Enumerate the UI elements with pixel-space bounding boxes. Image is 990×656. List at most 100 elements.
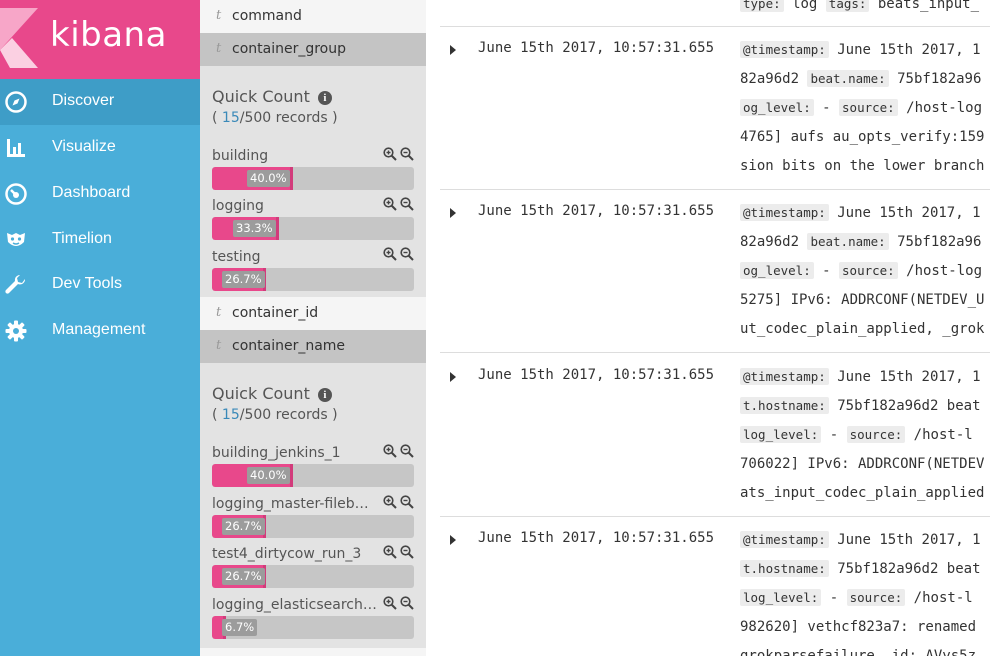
document-source: @timestamp: June 15th 2017, 1 82a96d2 be… [740,203,990,348]
value-name: logging_master-filebea... [212,496,377,512]
zoom-in-icon[interactable] [383,197,397,211]
string-type-icon: t [216,41,222,56]
source-line: 706022] IPv6: ADDRCONF(NETDEV [740,456,985,472]
field-value: June 15th 2017, 1 [828,205,981,221]
info-icon[interactable]: i [317,91,332,105]
source-line: 5275] IPv6: ADDRCONF(NETDEV_U [740,292,985,308]
expand-caret-icon[interactable] [450,372,456,382]
expand-caret-icon[interactable] [450,208,456,218]
field-value: 75bf182a96 [888,234,982,250]
document-time: June 15th 2017, 10:57:31.655 [478,40,715,56]
row-divider [440,516,990,517]
field-value: June 15th 2017, 1 [828,532,981,548]
records-total: /500 records ) [239,407,338,423]
dashboard-gauge-icon [5,183,27,205]
field-name: container_id [232,305,319,321]
source-line: grokparsefailure _id: AVys5z [740,648,977,656]
zoom-out-icon[interactable] [400,197,414,211]
field-list-sidebar: t command t container_group Quick Count … [200,0,426,656]
zoom-in-icon[interactable] [383,444,397,458]
shown-count: 15 [221,407,240,423]
source-line: og_level: - source: /host-log [740,261,990,290]
zoom-out-icon[interactable] [400,495,414,509]
field-name: container_group [232,41,346,57]
field-value: - [813,263,840,279]
value-percent: 26.7% [222,568,265,585]
document-time: June 15th 2017, 10:57:31.655 [478,367,715,383]
zoom-out-icon[interactable] [400,596,414,610]
source-line: @timestamp: June 15th 2017, 1 [740,40,990,69]
nav-item-management[interactable]: Management [0,308,200,354]
field-row-container-group[interactable]: t container_group [200,33,426,66]
field-key: beat.name: [807,70,889,87]
nav-item-timelion[interactable]: Timelion [0,217,200,263]
zoom-out-icon[interactable] [400,545,414,559]
nav-item-visualize[interactable]: Visualize [0,125,200,171]
field-key: @timestamp: [740,204,829,221]
nav-item-dev-tools[interactable]: Dev Tools [0,262,200,308]
field-row-container-id[interactable]: t container_id [200,297,426,330]
records-total: /500 records ) [239,110,338,126]
zoom-in-icon[interactable] [383,495,397,509]
field-key: @timestamp: [740,531,829,548]
value-name: building_jenkins_1 [212,445,341,461]
wrench-icon [5,274,26,294]
field-row-container-name[interactable]: t container_name [200,330,426,363]
open-paren: ( [212,110,218,126]
value-percent: 26.7% [222,271,265,288]
side-nav: kibana Discover Visualize Dashboard Time… [0,0,200,656]
value-bar: 26.7% [212,565,414,588]
nav-item-discover[interactable]: Discover [0,79,200,125]
zoom-out-icon[interactable] [400,444,414,458]
quick-count-label: Quick Count [212,87,310,106]
source-line: log_level: - source: /host-l [740,425,990,454]
quick-count-label: Quick Count [212,384,310,403]
field-key: log_level: [740,589,822,606]
field-value: log [783,0,826,12]
value-percent: 26.7% [222,518,265,535]
zoom-out-icon[interactable] [400,147,414,161]
field-key: og_level: [740,99,814,116]
field-value: /host-l [905,427,973,443]
nav-item-dashboard[interactable]: Dashboard [0,171,200,217]
source-line: log_level: - source: /host-l [740,588,990,617]
value-bar: 40.0% [212,464,414,487]
field-key: t.hostname: [740,560,829,577]
field-row-command[interactable]: t command [200,0,426,33]
field-key: @timestamp: [740,41,829,58]
value-name: testing [212,249,261,265]
open-paren: ( [212,407,218,423]
expand-caret-icon[interactable] [450,45,456,55]
zoom-in-icon[interactable] [383,147,397,161]
expand-caret-icon[interactable] [450,535,456,545]
kibana-logo[interactable]: kibana [0,0,200,79]
field-value: beats_input_ [869,0,980,12]
field-value: 82a96d2 [740,71,808,87]
source-line: og_level: - source: /host-log [740,98,990,127]
field-key: source: [839,262,898,279]
field-value: 75bf182a96d2 beat [828,398,981,414]
value-bar: 40.0% [212,167,414,190]
field-value: - [821,590,847,606]
value-bar: 26.7% [212,515,414,538]
value-name: logging [212,198,264,214]
string-type-icon: t [216,305,222,320]
quick-count-title: Quick Count i [212,87,332,106]
brand-name: kibana [50,15,167,55]
info-icon[interactable]: i [317,388,332,402]
field-value: June 15th 2017, 1 [828,42,981,58]
zoom-out-icon[interactable] [400,247,414,261]
source-line: t.hostname: 75bf182a96d2 beat [740,396,990,425]
zoom-in-icon[interactable] [383,247,397,261]
zoom-in-icon[interactable] [383,545,397,559]
field-row-next [200,648,426,656]
value-percent: 6.7% [222,619,258,636]
field-key: source: [846,589,906,606]
shown-count: 15 [221,110,240,126]
field-key: source: [839,99,898,116]
document-source: @timestamp: June 15th 2017, 1 82a96d2 be… [740,40,990,185]
string-type-icon: t [216,338,222,353]
nav-label-dev-tools: Dev Tools [52,275,122,292]
zoom-in-icon[interactable] [383,596,397,610]
field-value: 75bf182a96 [888,71,982,87]
